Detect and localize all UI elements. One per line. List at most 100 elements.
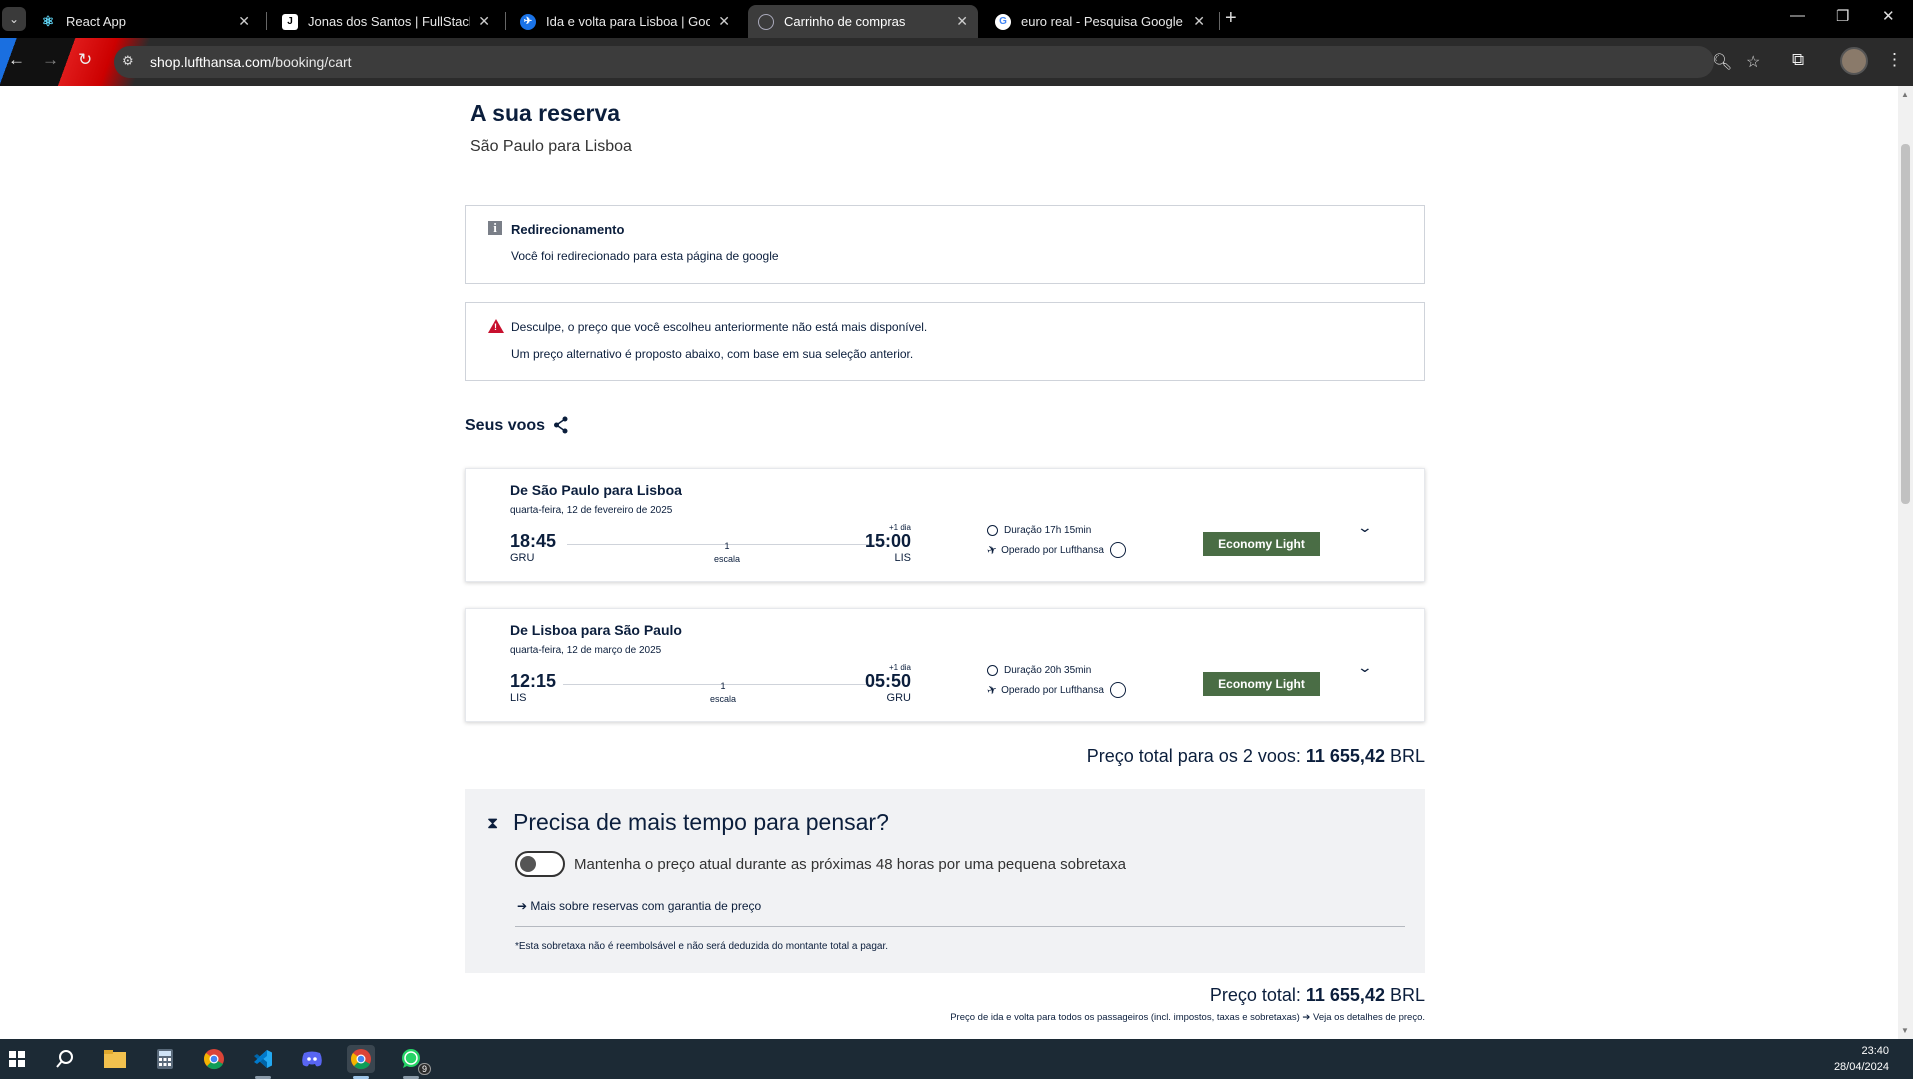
page-subtitle: São Paulo para Lisboa bbox=[470, 138, 632, 155]
system-clock[interactable]: 23:40 28/04/2024 bbox=[1834, 1043, 1889, 1075]
browser-tab-bar: ⌄ ⚛ React App ✕ J Jonas dos Santos | Ful… bbox=[0, 0, 1913, 38]
clock-time: 23:40 bbox=[1861, 1045, 1889, 1057]
redirect-notice: i Redirecionamento Você foi redirecionad… bbox=[465, 205, 1425, 284]
flight-duration: Duração 17h 15min bbox=[987, 525, 1091, 536]
price-hold-more-link[interactable]: ➔ Mais sobre reservas com garantia de pr… bbox=[517, 899, 761, 913]
forward-button[interactable]: → bbox=[42, 50, 59, 70]
flight-card-outbound[interactable]: De São Paulo para Lisboa quarta-feira, 1… bbox=[465, 468, 1425, 582]
react-icon: ⚛ bbox=[41, 13, 55, 29]
tab-title: Carrinho de compras bbox=[784, 14, 906, 29]
fare-badge: Economy Light bbox=[1203, 672, 1320, 696]
plane-icon: ✈ bbox=[984, 541, 1000, 559]
tab-google-flights[interactable]: ✈ Ida e volta para Lisboa | Google ✕ bbox=[510, 5, 740, 38]
close-window-button[interactable]: ✕ bbox=[1882, 7, 1895, 25]
redirect-notice-title: Redirecionamento bbox=[511, 222, 625, 237]
start-icon[interactable] bbox=[3, 1045, 31, 1073]
page-content: A sua reserva São Paulo para Lisboa i Re… bbox=[0, 86, 1898, 1039]
url-text[interactable]: shop.lufthansa.com/booking/cart bbox=[150, 54, 352, 70]
price-notice-line2: Um preço alternativo é proposto abaixo, … bbox=[511, 347, 914, 361]
warning-icon: ! bbox=[488, 319, 504, 333]
stops-label: escala bbox=[709, 694, 736, 704]
google-flights-icon: ✈ bbox=[520, 13, 536, 30]
total-price-note: Preço de ida e volta para todos os passa… bbox=[950, 1012, 1425, 1023]
windows-taskbar: 9 23:40 28/04/2024 bbox=[0, 1039, 1913, 1079]
flight-card-return[interactable]: De Lisboa para São Paulo quarta-feira, 1… bbox=[465, 608, 1425, 722]
clock-icon bbox=[987, 665, 998, 676]
hourglass-icon: ⧗ bbox=[487, 815, 499, 832]
zoom-icon[interactable]: 🔍︎ bbox=[1712, 52, 1732, 72]
portfolio-icon: J bbox=[282, 13, 298, 30]
scroll-down-icon[interactable]: ▼ bbox=[1901, 1026, 1909, 1035]
page-scrollbar[interactable]: ▲ ▼ bbox=[1898, 86, 1913, 1039]
tab-cart[interactable]: Carrinho de compras ✕ bbox=[748, 5, 978, 38]
profile-avatar[interactable] bbox=[1840, 47, 1868, 75]
flights-section-title: Seus voos bbox=[465, 417, 546, 434]
close-tab-icon[interactable]: ✕ bbox=[238, 13, 250, 30]
flight-route: De Lisboa para São Paulo bbox=[510, 622, 682, 638]
tab-title: euro real - Pesquisa Google bbox=[1021, 14, 1183, 29]
arrival-airport: LIS bbox=[894, 552, 911, 564]
tab-title: Jonas dos Santos | FullStack De bbox=[308, 14, 471, 29]
menu-icon[interactable]: ⋮ bbox=[1886, 50, 1903, 70]
close-tab-icon[interactable]: ✕ bbox=[1193, 13, 1205, 30]
tab-separator bbox=[1219, 12, 1220, 30]
price-hold-title: Precisa de mais tempo para pensar? bbox=[513, 809, 889, 835]
vscode-icon[interactable] bbox=[249, 1045, 277, 1073]
tab-title: Ida e volta para Lisboa | Google bbox=[546, 14, 711, 29]
departure-time: 18:45 bbox=[510, 531, 557, 551]
arrival-airport: GRU bbox=[886, 692, 911, 704]
tab-react-app[interactable]: ⚛ React App ✕ bbox=[30, 5, 260, 38]
plane-icon: ✈ bbox=[984, 681, 1000, 699]
share-icon[interactable] bbox=[553, 416, 569, 439]
flight-route: De São Paulo para Lisboa bbox=[510, 482, 682, 498]
close-tab-icon[interactable]: ✕ bbox=[718, 13, 730, 30]
whatsapp-icon[interactable]: 9 bbox=[397, 1045, 431, 1075]
chevron-down-icon[interactable]: ⌄ bbox=[1357, 519, 1373, 536]
page-title: A sua reserva bbox=[470, 100, 621, 126]
price-details-link[interactable]: Veja os detalhes de preço. bbox=[1313, 1012, 1425, 1023]
price-notice-line1: Desculpe, o preço que você escolheu ante… bbox=[511, 320, 928, 334]
price-hold-toggle-label: Mantenha o preço atual durante as próxim… bbox=[574, 856, 1127, 873]
file-explorer-icon[interactable] bbox=[101, 1045, 129, 1073]
redirect-notice-text: Você foi redirecionado para esta página … bbox=[511, 249, 779, 263]
extensions-icon[interactable]: ⧉ bbox=[1792, 50, 1804, 70]
flight-duration: Duração 20h 35min bbox=[987, 665, 1091, 676]
scrollbar-thumb[interactable] bbox=[1901, 144, 1910, 504]
search-icon[interactable] bbox=[51, 1045, 79, 1073]
google-icon: G bbox=[995, 13, 1011, 30]
scroll-up-icon[interactable]: ▲ bbox=[1901, 90, 1909, 99]
divider bbox=[515, 926, 1405, 927]
tab-portfolio[interactable]: J Jonas dos Santos | FullStack De ✕ bbox=[272, 5, 500, 38]
arrival-time: 05:50 bbox=[864, 671, 911, 691]
price-hold-toggle[interactable] bbox=[515, 851, 565, 877]
discord-icon[interactable] bbox=[298, 1045, 326, 1073]
browser-toolbar: ← → ↻ ⚙ shop.lufthansa.com/booking/cart … bbox=[0, 38, 1913, 86]
departure-airport: LIS bbox=[510, 692, 527, 704]
flight-date: quarta-feira, 12 de fevereiro de 2025 bbox=[510, 505, 673, 516]
address-bar[interactable]: ⚙ shop.lufthansa.com/booking/cart 🔍︎ ☆ bbox=[114, 46, 1760, 78]
arrival-time: 15:00 bbox=[864, 531, 911, 551]
site-info-icon[interactable]: ⚙ bbox=[122, 53, 134, 69]
departure-time: 12:15 bbox=[510, 671, 557, 691]
close-tab-icon[interactable]: ✕ bbox=[478, 13, 490, 30]
tab-search-button[interactable]: ⌄ bbox=[2, 7, 26, 31]
tab-separator bbox=[266, 12, 267, 30]
tab-google-search[interactable]: G euro real - Pesquisa Google ✕ bbox=[985, 5, 1215, 38]
stops-label: escala bbox=[713, 554, 740, 564]
bookmark-star-icon[interactable]: ☆ bbox=[1746, 52, 1760, 72]
chrome-icon[interactable] bbox=[200, 1045, 228, 1073]
close-tab-icon[interactable]: ✕ bbox=[956, 13, 968, 30]
minimize-button[interactable]: — bbox=[1790, 7, 1805, 24]
chrome-profile-icon[interactable] bbox=[347, 1045, 375, 1073]
back-button[interactable]: ← bbox=[8, 50, 25, 70]
price-hold-fine-print: *Esta sobretaxa não é reembolsável e não… bbox=[515, 941, 889, 952]
lufthansa-icon bbox=[758, 13, 774, 30]
operated-by: ✈ Operado por Lufthansa bbox=[984, 541, 1126, 559]
new-tab-button[interactable]: + bbox=[1225, 7, 1237, 30]
lufthansa-crane-icon bbox=[1109, 542, 1126, 558]
restore-button[interactable]: ❐ bbox=[1836, 7, 1849, 25]
reload-button[interactable]: ↻ bbox=[78, 50, 92, 70]
chevron-down-icon[interactable]: ⌄ bbox=[1357, 659, 1373, 676]
total-price: Preço total: 11 655,42 BRL bbox=[1209, 985, 1425, 1005]
calculator-icon[interactable] bbox=[151, 1045, 179, 1073]
